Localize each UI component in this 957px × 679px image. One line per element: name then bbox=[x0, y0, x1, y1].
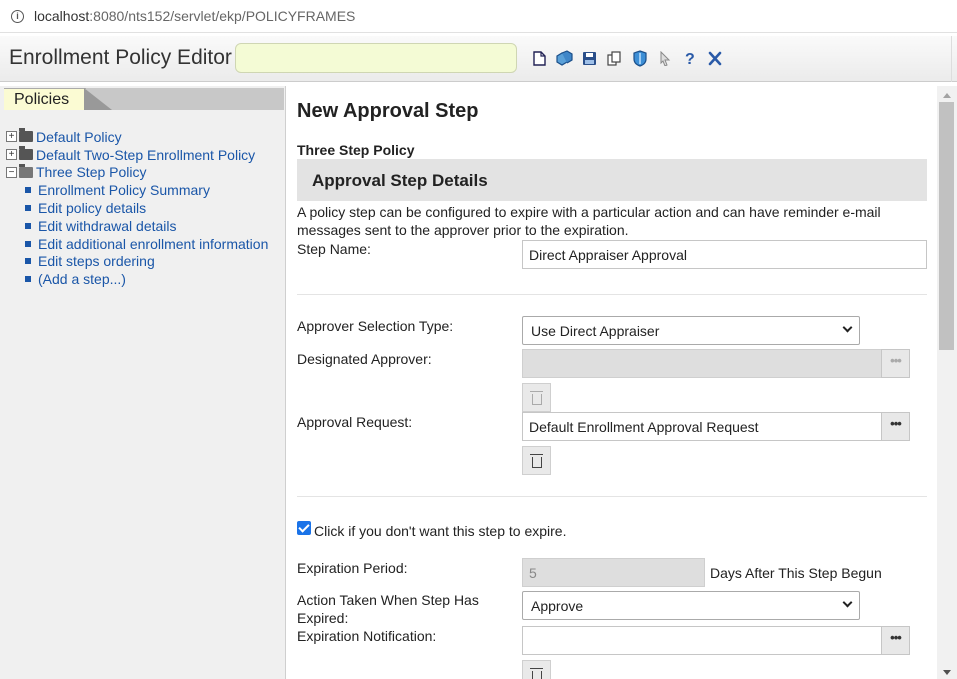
url-host: localhost bbox=[34, 8, 90, 24]
designated-approver-delete-button bbox=[522, 383, 551, 412]
tree-item-add-step[interactable]: (Add a step...) bbox=[6, 270, 268, 288]
tree-item-label[interactable]: Default Policy bbox=[36, 129, 122, 145]
new-page-icon[interactable] bbox=[529, 48, 549, 68]
action-select[interactable]: Approve bbox=[522, 591, 860, 620]
step-editor-panel: New Approval Step Three Step Policy Appr… bbox=[287, 86, 937, 679]
chevron-down-icon bbox=[842, 597, 853, 608]
approver-type-label: Approver Selection Type: bbox=[297, 318, 454, 334]
tree-item-label[interactable]: Edit additional enrollment information bbox=[38, 236, 268, 252]
folder-icon bbox=[19, 146, 33, 161]
close-icon[interactable] bbox=[705, 48, 725, 68]
vertical-scrollbar[interactable] bbox=[937, 86, 957, 679]
url-text[interactable]: localhost:8080/nts152/servlet/ekp/POLICY… bbox=[34, 8, 355, 24]
expiration-notification-delete-button[interactable] bbox=[522, 660, 551, 679]
expiration-period-label: Expiration Period: bbox=[297, 560, 408, 576]
tree-item-edit-policy-details[interactable]: Edit policy details bbox=[6, 199, 268, 217]
description-text: A policy step can be configured to expir… bbox=[297, 204, 881, 238]
help-icon[interactable]: ? bbox=[680, 48, 700, 68]
expand-icon[interactable]: + bbox=[6, 149, 17, 161]
tree-item-label[interactable]: Three Step Policy bbox=[36, 164, 147, 180]
svg-text:?: ? bbox=[685, 51, 695, 66]
approval-request-delete-button[interactable] bbox=[522, 446, 551, 475]
no-expire-label[interactable]: Click if you don't want this step to exp… bbox=[314, 522, 566, 540]
tree-item-default-policy[interactable]: + Default Policy bbox=[6, 128, 268, 146]
trash-icon bbox=[529, 453, 543, 468]
collapse-icon[interactable]: − bbox=[6, 166, 17, 178]
app-header: Enrollment Policy Editor ? bbox=[0, 36, 957, 82]
tab-policies[interactable]: Policies bbox=[4, 88, 86, 110]
page-title: New Approval Step bbox=[297, 100, 479, 122]
step-name-label: Step Name: bbox=[297, 241, 371, 257]
shield-icon[interactable] bbox=[630, 48, 650, 68]
expiration-notification-label: Expiration Notification: bbox=[297, 628, 437, 644]
tree-item-two-step-policy[interactable]: + Default Two-Step Enrollment Policy bbox=[6, 146, 268, 164]
action-value: Approve bbox=[531, 597, 584, 614]
tree-item-label[interactable]: Default Two-Step Enrollment Policy bbox=[36, 147, 255, 163]
no-expire-checkbox[interactable] bbox=[297, 521, 311, 535]
browser-address-bar[interactable]: i localhost:8080/nts152/servlet/ekp/POLI… bbox=[0, 0, 957, 33]
expiration-notification-field[interactable] bbox=[522, 626, 882, 655]
open-folder-icon bbox=[19, 163, 33, 178]
tree-item-summary[interactable]: Enrollment Policy Summary bbox=[6, 181, 268, 199]
header-divider bbox=[951, 36, 957, 82]
section-header: Approval Step Details bbox=[297, 159, 927, 201]
expiration-notification-browse-button[interactable]: ••• bbox=[881, 626, 910, 655]
bullet-icon bbox=[25, 222, 31, 229]
tree-item-three-step-policy[interactable]: − Three Step Policy bbox=[6, 163, 268, 182]
designated-approver-field bbox=[522, 349, 882, 378]
tree-item-label[interactable]: Enrollment Policy Summary bbox=[38, 182, 210, 198]
folder-icon bbox=[19, 128, 33, 143]
approval-request-field[interactable]: Default Enrollment Approval Request bbox=[522, 412, 882, 441]
bullet-icon bbox=[25, 205, 31, 212]
tab-bar: Policies bbox=[4, 88, 284, 110]
trash-icon bbox=[529, 667, 543, 679]
expand-icon[interactable]: + bbox=[6, 131, 17, 143]
divider bbox=[297, 496, 927, 497]
tree-item-edit-additional-info[interactable]: Edit additional enrollment information bbox=[6, 235, 268, 253]
bullet-icon bbox=[25, 187, 31, 194]
info-icon[interactable]: i bbox=[11, 9, 24, 23]
divider bbox=[297, 294, 927, 295]
tree-item-edit-steps-ordering[interactable]: Edit steps ordering bbox=[6, 253, 268, 271]
approval-request-label: Approval Request: bbox=[297, 414, 413, 430]
tree-item-label[interactable]: (Add a step...) bbox=[38, 271, 126, 287]
tree-item-label[interactable]: Edit withdrawal details bbox=[38, 218, 177, 234]
trash-icon bbox=[529, 390, 543, 405]
bullet-icon bbox=[25, 258, 31, 265]
policy-tree: + Default Policy + Default Two-Step Enro… bbox=[6, 128, 268, 288]
scroll-down-icon[interactable] bbox=[943, 670, 951, 675]
scrollbar-thumb[interactable] bbox=[939, 102, 954, 350]
tree-item-edit-withdrawal[interactable]: Edit withdrawal details bbox=[6, 217, 268, 235]
pointer-icon[interactable] bbox=[655, 48, 675, 68]
bullet-icon bbox=[25, 240, 31, 247]
tree-item-label[interactable]: Edit steps ordering bbox=[38, 253, 155, 269]
approver-type-value: Use Direct Appraiser bbox=[531, 322, 660, 339]
policies-panel: Policies + Default Policy + Default Two-… bbox=[0, 86, 286, 679]
tree-item-label[interactable]: Edit policy details bbox=[38, 200, 146, 216]
designated-approver-browse-button: ••• bbox=[881, 349, 910, 378]
expiration-period-unit: Days After This Step Begun bbox=[710, 565, 882, 581]
policy-name: Three Step Policy bbox=[297, 142, 415, 158]
action-label: Action Taken When Step Has Expired: bbox=[297, 592, 479, 626]
section-title: Approval Step Details bbox=[312, 171, 488, 190]
designated-approver-label: Designated Approver: bbox=[297, 351, 432, 367]
chevron-down-icon bbox=[842, 322, 853, 333]
cubes-icon[interactable] bbox=[554, 48, 574, 68]
expiration-period-field: 5 bbox=[522, 558, 705, 587]
step-name-field[interactable]: Direct Appraiser Approval bbox=[522, 240, 927, 269]
approval-request-browse-button[interactable]: ••• bbox=[881, 412, 910, 441]
app-title: Enrollment Policy Editor bbox=[9, 46, 232, 69]
approver-type-select[interactable]: Use Direct Appraiser bbox=[522, 316, 860, 345]
header-input[interactable] bbox=[235, 43, 517, 73]
bullet-icon bbox=[25, 276, 31, 283]
save-icon[interactable] bbox=[579, 48, 599, 68]
scroll-up-icon[interactable] bbox=[943, 93, 951, 98]
copy-icon[interactable] bbox=[604, 48, 624, 68]
url-path: :8080/nts152/servlet/ekp/POLICYFRAMES bbox=[89, 8, 356, 24]
tab-flap bbox=[84, 88, 112, 110]
